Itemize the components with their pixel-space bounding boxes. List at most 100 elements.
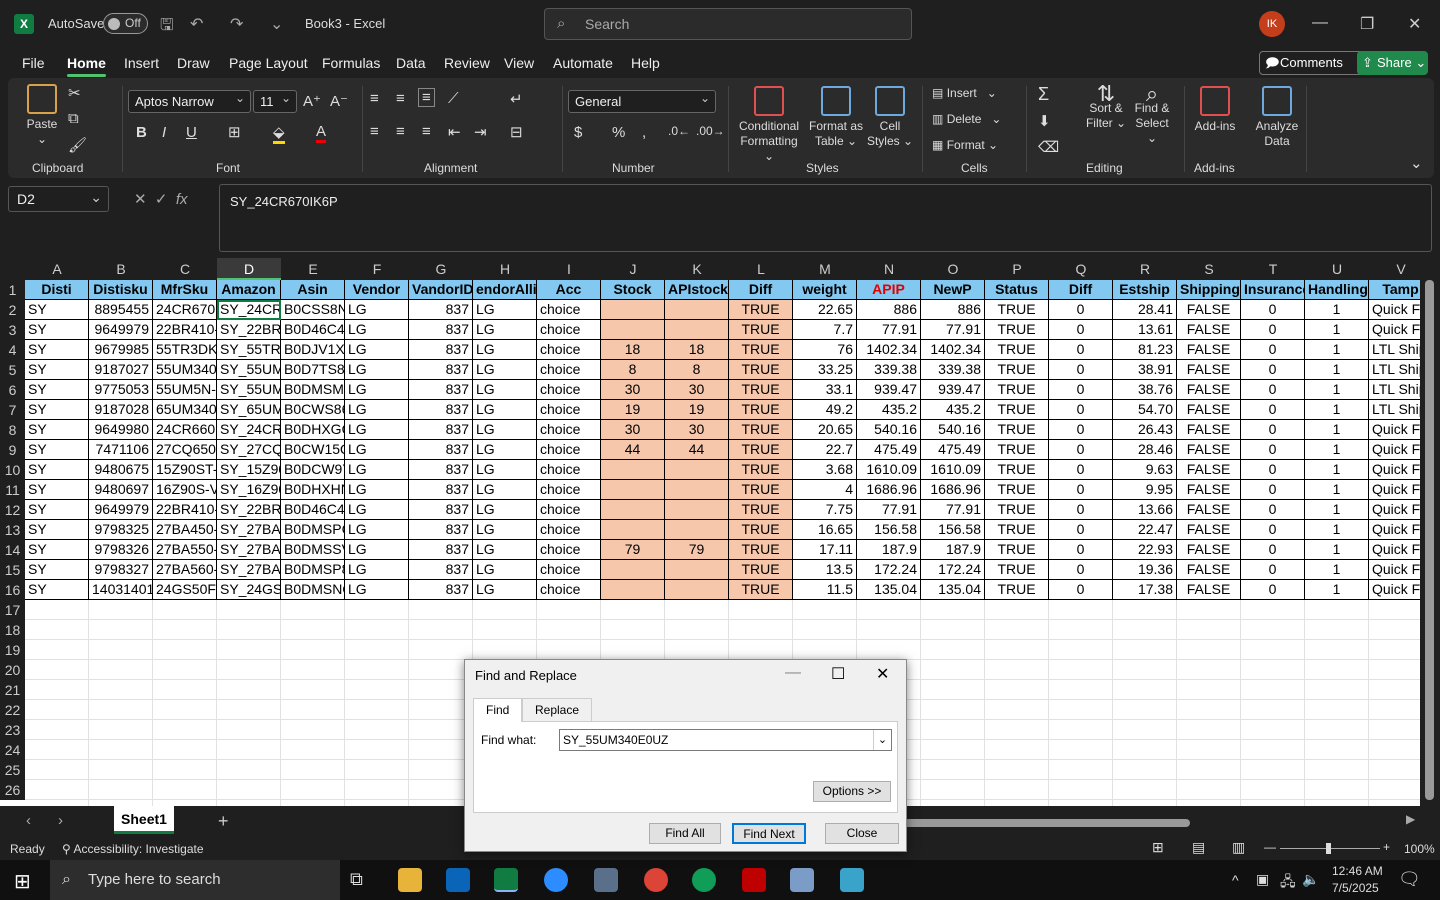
row-header-20[interactable]: 20: [0, 660, 25, 680]
cell-P11[interactable]: TRUE: [985, 480, 1049, 500]
dialog-maximize-icon[interactable]: ☐: [831, 664, 845, 684]
share-button[interactable]: ⇪ Share ⌄: [1357, 51, 1428, 75]
cell-T12[interactable]: 0: [1241, 500, 1305, 520]
cell-U16[interactable]: 1: [1305, 580, 1369, 600]
cell-J5[interactable]: 8: [601, 360, 665, 380]
cell-U4[interactable]: 1: [1305, 340, 1369, 360]
cell-K16[interactable]: [665, 580, 729, 600]
header-cell-N[interactable]: APIP: [857, 280, 921, 300]
cell-P5[interactable]: TRUE: [985, 360, 1049, 380]
cell-O14[interactable]: 187.9: [921, 540, 985, 560]
cell-E9[interactable]: B0CW15Q: [281, 440, 345, 460]
cell-H14[interactable]: LG: [473, 540, 537, 560]
cell-G11[interactable]: 837: [409, 480, 473, 500]
cell-D4[interactable]: SY_55TR3D: [217, 340, 281, 360]
cell-U15[interactable]: 1: [1305, 560, 1369, 580]
cut-icon[interactable]: ✂: [68, 84, 81, 102]
header-cell-G[interactable]: VandorID: [409, 280, 473, 300]
options-button[interactable]: Options >>: [813, 781, 891, 802]
autosum-icon[interactable]: Σ: [1038, 84, 1049, 105]
formula-input[interactable]: SY_24CR670IK6P: [219, 184, 1432, 252]
cell-F7[interactable]: LG: [345, 400, 409, 420]
cell-Q15[interactable]: 0: [1049, 560, 1113, 580]
vertical-scrollbar[interactable]: [1420, 258, 1440, 806]
cell-C11[interactable]: 16Z90S-V.: [153, 480, 217, 500]
cell-A4[interactable]: SY: [25, 340, 89, 360]
cell-O8[interactable]: 540.16: [921, 420, 985, 440]
scroll-right-icon[interactable]: ▶: [1406, 812, 1415, 826]
cell-P15[interactable]: TRUE: [985, 560, 1049, 580]
cell-L3[interactable]: TRUE: [729, 320, 793, 340]
menu-automate[interactable]: Automate: [553, 55, 613, 71]
prev-sheet-icon[interactable]: ‹: [26, 812, 31, 829]
cell-J3[interactable]: [601, 320, 665, 340]
cell-R7[interactable]: 54.70: [1113, 400, 1177, 420]
cell-M4[interactable]: 76: [793, 340, 857, 360]
column-header-Q[interactable]: Q: [1049, 258, 1113, 280]
menu-draw[interactable]: Draw: [177, 55, 210, 71]
cell-O7[interactable]: 435.2: [921, 400, 985, 420]
cell-I16[interactable]: choice: [537, 580, 601, 600]
cell-M3[interactable]: 7.7: [793, 320, 857, 340]
cell-G15[interactable]: 837: [409, 560, 473, 580]
cell-C9[interactable]: 27CQ650N: [153, 440, 217, 460]
cell-G8[interactable]: 837: [409, 420, 473, 440]
align-center-icon[interactable]: ≡: [396, 123, 405, 140]
cell-H16[interactable]: LG: [473, 580, 537, 600]
menu-home[interactable]: Home: [67, 55, 106, 77]
row-header-13[interactable]: 13: [0, 520, 25, 540]
cell-S16[interactable]: FALSE: [1177, 580, 1241, 600]
cell-U9[interactable]: 1: [1305, 440, 1369, 460]
increase-font-icon[interactable]: A⁺: [303, 92, 321, 110]
row-header-19[interactable]: 19: [0, 640, 25, 660]
cell-P10[interactable]: TRUE: [985, 460, 1049, 480]
cell-O12[interactable]: 77.91: [921, 500, 985, 520]
cell-N9[interactable]: 475.49: [857, 440, 921, 460]
header-cell-B[interactable]: Distisku: [89, 280, 153, 300]
cell-B6[interactable]: 9775053: [89, 380, 153, 400]
align-bottom-icon[interactable]: ≡: [418, 88, 435, 107]
cell-D6[interactable]: SY_55UM5: [217, 380, 281, 400]
cell-D3[interactable]: SY_22BR41: [217, 320, 281, 340]
header-cell-V[interactable]: Tamp: [1369, 280, 1420, 300]
cell-G7[interactable]: 837: [409, 400, 473, 420]
row-header-14[interactable]: 14: [0, 540, 25, 560]
cell-F10[interactable]: LG: [345, 460, 409, 480]
column-header-F[interactable]: F: [345, 258, 409, 280]
cell-V9[interactable]: Quick F: [1369, 440, 1420, 460]
column-header-J[interactable]: J: [601, 258, 665, 280]
cell-Q16[interactable]: 0: [1049, 580, 1113, 600]
header-cell-A[interactable]: Disti: [25, 280, 89, 300]
cell-O5[interactable]: 339.38: [921, 360, 985, 380]
cell-A11[interactable]: SY: [25, 480, 89, 500]
column-header-D[interactable]: D: [217, 258, 281, 280]
row-header-12[interactable]: 12: [0, 500, 25, 520]
cell-G13[interactable]: 837: [409, 520, 473, 540]
cell-S12[interactable]: FALSE: [1177, 500, 1241, 520]
align-top-icon[interactable]: ≡: [370, 90, 379, 107]
cell-U14[interactable]: 1: [1305, 540, 1369, 560]
network-icon[interactable]: 🖧: [1280, 871, 1296, 895]
cell-L4[interactable]: TRUE: [729, 340, 793, 360]
cell-M15[interactable]: 13.5: [793, 560, 857, 580]
cell-K4[interactable]: 18: [665, 340, 729, 360]
menu-help[interactable]: Help: [631, 55, 660, 71]
cell-L15[interactable]: TRUE: [729, 560, 793, 580]
cell-J4[interactable]: 18: [601, 340, 665, 360]
cell-K13[interactable]: [665, 520, 729, 540]
menu-view[interactable]: View: [504, 55, 534, 71]
cell-U13[interactable]: 1: [1305, 520, 1369, 540]
cell-H2[interactable]: LG: [473, 300, 537, 320]
cell-B11[interactable]: 9480697: [89, 480, 153, 500]
cell-L5[interactable]: TRUE: [729, 360, 793, 380]
cell-M2[interactable]: 22.65: [793, 300, 857, 320]
cell-J6[interactable]: 30: [601, 380, 665, 400]
decrease-indent-icon[interactable]: ⇤: [448, 123, 461, 141]
page-break-view-icon[interactable]: ▥: [1232, 839, 1245, 856]
cell-C16[interactable]: 24GS50FX: [153, 580, 217, 600]
cell-B5[interactable]: 9187027: [89, 360, 153, 380]
cell-S13[interactable]: FALSE: [1177, 520, 1241, 540]
horizontal-scroll-thumb[interactable]: [900, 819, 1190, 827]
cell-H5[interactable]: LG: [473, 360, 537, 380]
collapse-ribbon-icon[interactable]: ⌄: [1410, 154, 1423, 172]
